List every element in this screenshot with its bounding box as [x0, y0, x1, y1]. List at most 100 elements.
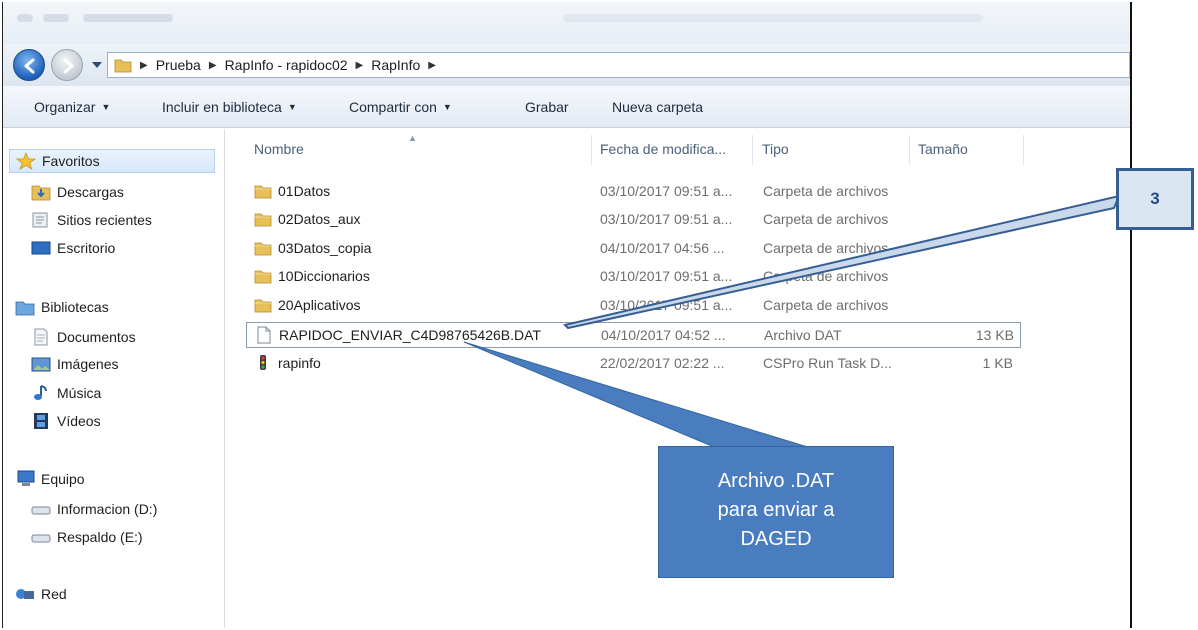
desktop-icon: [31, 239, 51, 257]
column-header-type[interactable]: Tipo: [762, 141, 789, 157]
file-row[interactable]: 10Diccionarios 03/10/2017 09:51 a... Carpe…: [246, 264, 1021, 290]
column-divider[interactable]: [752, 135, 753, 165]
breadcrumb-arrow-icon: ▶: [208, 59, 217, 71]
sidebar-item-documents[interactable]: Documentos: [31, 325, 136, 349]
folder-icon: [114, 59, 132, 73]
file-name: RAPIDOC_ENVIAR_C4D98765426B.DAT: [279, 327, 541, 343]
sidebar-item-pictures[interactable]: Imágenes: [31, 352, 118, 376]
sidebar-item-label: Escritorio: [57, 240, 116, 256]
navigation-pane: Favoritos Descargas Sitios recientes Esc…: [3, 129, 225, 628]
address-row: ▶ Prueba ▶ RapInfo - rapidoc02 ▶ RapInfo…: [3, 44, 1130, 86]
callout-line: DAGED: [740, 528, 812, 550]
file-size: 13 KB: [975, 327, 1014, 343]
star-icon: [15, 151, 37, 170]
sidebar-item-recent[interactable]: Sitios recientes: [31, 208, 152, 232]
file-name: 10Diccionarios: [278, 268, 370, 284]
downloads-folder-icon: [31, 183, 51, 201]
file-date: 03/10/2017 09:51 a...: [600, 268, 733, 284]
annotation-callout: Archivo .DAT para enviar a DAGED: [658, 446, 894, 578]
sidebar-item-label: Sitios recientes: [57, 212, 152, 228]
sidebar-item-label: Imágenes: [57, 356, 119, 372]
file-name: 01Datos: [278, 183, 331, 199]
sidebar-item-favorites[interactable]: Favoritos: [9, 149, 215, 173]
sidebar-item-drive-d[interactable]: Informacion (D:): [31, 497, 157, 521]
music-note-icon: [31, 384, 51, 402]
sidebar-item-label: Bibliotecas: [41, 299, 109, 315]
hard-drive-icon: [31, 528, 51, 546]
file-type: Carpeta de archivos: [763, 268, 889, 284]
computer-icon: [15, 470, 35, 488]
history-dropdown-icon[interactable]: [91, 60, 103, 70]
column-divider[interactable]: [1023, 135, 1024, 165]
column-divider[interactable]: [591, 135, 592, 165]
sidebar-item-label: Descargas: [57, 184, 124, 200]
arrow-left-icon: [24, 58, 35, 74]
new-folder-button[interactable]: Nueva carpeta: [612, 99, 703, 115]
documents-icon: [31, 328, 51, 346]
file-row[interactable]: 01Datos 03/10/2017 09:51 a... Carpeta de a…: [246, 179, 1021, 205]
sidebar-item-music[interactable]: Música: [31, 381, 101, 405]
column-divider[interactable]: [909, 135, 910, 165]
share-label: Compartir con: [349, 99, 437, 115]
breadcrumb-arrow-icon: ▶: [355, 59, 364, 71]
file-type: Carpeta de archivos: [763, 211, 889, 227]
chevron-down-icon: ▼: [442, 102, 452, 112]
file-name: 02Datos_aux: [278, 211, 361, 227]
quick-access-toolbar: [83, 14, 173, 22]
file-row[interactable]: RAPIDOC_ENVIAR_C4D98765426B.DAT 04/10/201…: [246, 322, 1021, 348]
file-type: CSPro Run Task D...: [763, 355, 892, 371]
callout-line: Archivo .DAT: [717, 470, 835, 492]
share-with-button[interactable]: Compartir con ▼: [349, 99, 452, 115]
hard-drive-icon: [31, 500, 51, 518]
column-header-size[interactable]: Tamaño: [918, 141, 968, 157]
title-bar: [3, 2, 1130, 44]
sidebar-item-drive-e[interactable]: Respaldo (E:): [31, 525, 143, 549]
network-icon: [15, 585, 35, 603]
column-header-name[interactable]: Nombre: [254, 141, 304, 157]
back-button[interactable]: [13, 49, 45, 81]
file-row[interactable]: 20Aplicativos 03/10/2017 09:51 a... Carpet…: [246, 293, 1021, 319]
file-date: 22/02/2017 02:22 ...: [600, 355, 725, 371]
file-row[interactable]: 02Datos_aux 03/10/2017 09:51 a... Carpeta …: [246, 207, 1021, 233]
file-date: 03/10/2017 09:51 a...: [600, 211, 733, 227]
forward-button[interactable]: [51, 49, 83, 81]
sidebar-item-downloads[interactable]: Descargas: [31, 180, 124, 204]
quick-access-icon: [43, 14, 69, 22]
organize-button[interactable]: Organizar ▼: [34, 99, 110, 115]
sidebar-item-libraries[interactable]: Bibliotecas: [15, 295, 109, 319]
breadcrumb-item[interactable]: RapInfo - rapidoc02: [225, 57, 348, 73]
file-type: Archivo DAT: [764, 327, 842, 343]
file-name: 20Aplicativos: [278, 297, 361, 313]
include-in-library-button[interactable]: Incluir en biblioteca ▼: [162, 99, 297, 115]
file-date: 03/10/2017 09:51 a...: [600, 183, 733, 199]
arrow-right-icon: [63, 58, 74, 74]
address-bar[interactable]: ▶ Prueba ▶ RapInfo - rapidoc02 ▶ RapInfo…: [107, 52, 1130, 78]
sidebar-item-label: Informacion (D:): [57, 501, 158, 517]
breadcrumb-item[interactable]: RapInfo: [371, 57, 420, 73]
file-size: 1 KB: [982, 355, 1013, 371]
sidebar-item-videos[interactable]: Vídeos: [31, 409, 101, 433]
organize-label: Organizar: [34, 99, 96, 115]
sidebar-item-desktop[interactable]: Escritorio: [31, 236, 115, 260]
step-number: 3: [1150, 189, 1160, 208]
file-date: 04/10/2017 04:52 ...: [601, 327, 726, 343]
sidebar-item-label: Vídeos: [57, 413, 101, 429]
file-row[interactable]: rapinfo 22/02/2017 02:22 ... CSPro Run Tas…: [246, 351, 1021, 377]
ribbon-ghost: [563, 14, 983, 22]
column-header-date[interactable]: Fecha de modifica...: [600, 141, 726, 157]
sidebar-item-network[interactable]: Red: [15, 582, 67, 606]
sidebar-item-label: Documentos: [57, 329, 136, 345]
file-row[interactable]: 03Datos_copia 04/10/2017 04:56 ... Carpeta…: [246, 236, 1021, 262]
breadcrumb-arrow-icon: ▶: [140, 59, 148, 71]
sidebar-item-computer[interactable]: Equipo: [15, 467, 85, 491]
sidebar-item-label: Red: [41, 586, 67, 602]
sidebar-item-label: Música: [57, 385, 102, 401]
file-date: 04/10/2017 04:56 ...: [600, 240, 725, 256]
burn-label: Grabar: [525, 99, 569, 115]
burn-button[interactable]: Grabar: [525, 99, 569, 115]
step-number-callout: 3: [1116, 168, 1194, 230]
breadcrumb-item[interactable]: Prueba: [156, 57, 201, 73]
explorer-window: ▶ Prueba ▶ RapInfo - rapidoc02 ▶ RapInfo…: [2, 2, 1132, 628]
file-date: 03/10/2017 09:51 a...: [600, 297, 733, 313]
breadcrumb-arrow-icon[interactable]: ▶: [428, 60, 436, 71]
